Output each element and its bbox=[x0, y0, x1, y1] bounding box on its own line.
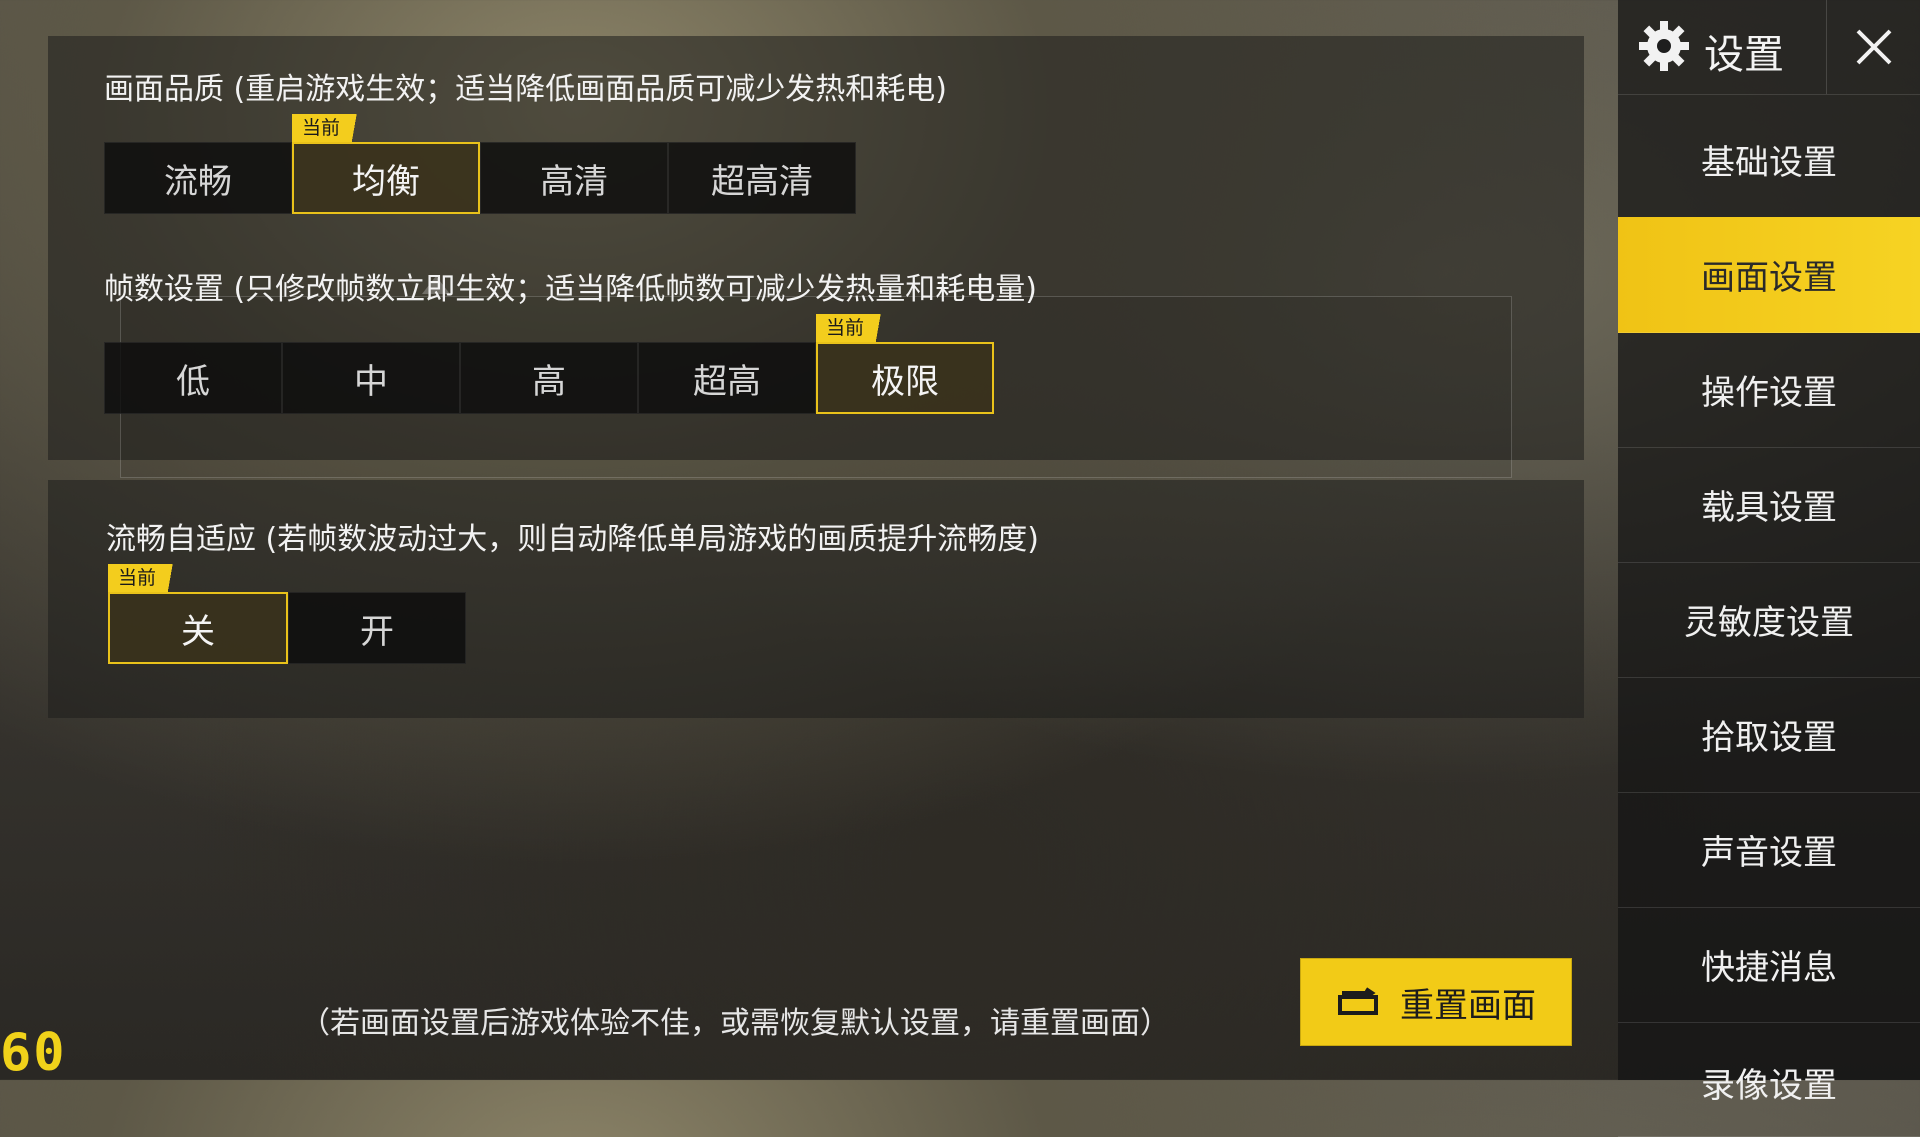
sidebar-item-vehicle[interactable]: 载具设置 bbox=[1618, 447, 1920, 563]
quality-title: 画面品质 (重启游戏生效；适当降低画面品质可减少发热和耗电) bbox=[104, 72, 947, 107]
sidebar-item-controls[interactable]: 操作设置 bbox=[1618, 332, 1920, 448]
sidebar-item-sensitivity[interactable]: 灵敏度设置 bbox=[1618, 562, 1920, 678]
sidebar-item-graphics[interactable]: 画面设置 bbox=[1618, 217, 1920, 333]
framerate-option-ultra[interactable]: 超高 bbox=[638, 342, 816, 414]
adaptive-panel: 流畅自适应 (若帧数波动过大，则自动降低单局游戏的画质提升流畅度) 当前 关 开 bbox=[48, 480, 1584, 718]
sidebar-header: 设置 bbox=[1618, 0, 1920, 95]
current-tag: 当前 bbox=[292, 114, 371, 142]
adaptive-option-off[interactable]: 当前 关 bbox=[108, 564, 288, 664]
quality-option-balanced[interactable]: 当前 均衡 bbox=[292, 114, 480, 214]
close-button[interactable] bbox=[1826, 0, 1920, 94]
sidebar-item-quick-chat[interactable]: 快捷消息 bbox=[1618, 907, 1920, 1023]
framerate-title: 帧数设置 (只修改帧数立即生效；适当降低帧数可减少发热量和耗电量) bbox=[104, 272, 1037, 307]
adaptive-title: 流畅自适应 (若帧数波动过大，则自动降低单局游戏的画质提升流畅度) bbox=[106, 522, 1039, 557]
graphics-panel: 画面品质 (重启游戏生效；适当降低画面品质可减少发热和耗电) 流畅 当前 均衡 … bbox=[48, 36, 1584, 478]
adaptive-selector: 当前 关 开 bbox=[108, 564, 466, 664]
current-tag: 当前 bbox=[816, 314, 895, 342]
framerate-option-high[interactable]: 高 bbox=[460, 342, 638, 414]
sidebar-item-pickup[interactable]: 拾取设置 bbox=[1618, 677, 1920, 793]
reset-graphics-button[interactable]: 重置画面 bbox=[1300, 958, 1572, 1046]
quality-option-hd[interactable]: 高清 bbox=[480, 142, 668, 214]
framerate-option-medium[interactable]: 中 bbox=[282, 342, 460, 414]
framerate-option-low[interactable]: 低 bbox=[104, 342, 282, 414]
gear-icon bbox=[1639, 21, 1689, 71]
framerate-selector: 低 中 高 超高 当前 极限 bbox=[104, 314, 994, 414]
reset-hint: （若画面设置后游戏体验不佳，或需恢复默认设置，请重置画面） bbox=[300, 1006, 1170, 1041]
framerate-option-extreme[interactable]: 当前 极限 bbox=[816, 314, 994, 414]
fps-counter: 60 bbox=[0, 1023, 67, 1083]
quality-selector: 流畅 当前 均衡 高清 超高清 bbox=[104, 114, 856, 214]
adaptive-option-on[interactable]: 开 bbox=[288, 592, 466, 664]
reset-icon bbox=[1338, 987, 1378, 1015]
close-icon bbox=[1856, 29, 1892, 65]
current-tag: 当前 bbox=[108, 564, 187, 592]
quality-option-ultra-hd[interactable]: 超高清 bbox=[668, 142, 856, 214]
quality-option-smooth[interactable]: 流畅 bbox=[104, 142, 292, 214]
sidebar-title: 设置 bbox=[1704, 32, 1784, 78]
sidebar-item-audio[interactable]: 声音设置 bbox=[1618, 792, 1920, 908]
settings-sidebar: 设置 基础设置 画面设置 操作设置 载具设置 灵敏度设置 拾取设置 声音设置 快… bbox=[1618, 0, 1920, 1137]
sidebar-item-basic[interactable]: 基础设置 bbox=[1618, 102, 1920, 218]
